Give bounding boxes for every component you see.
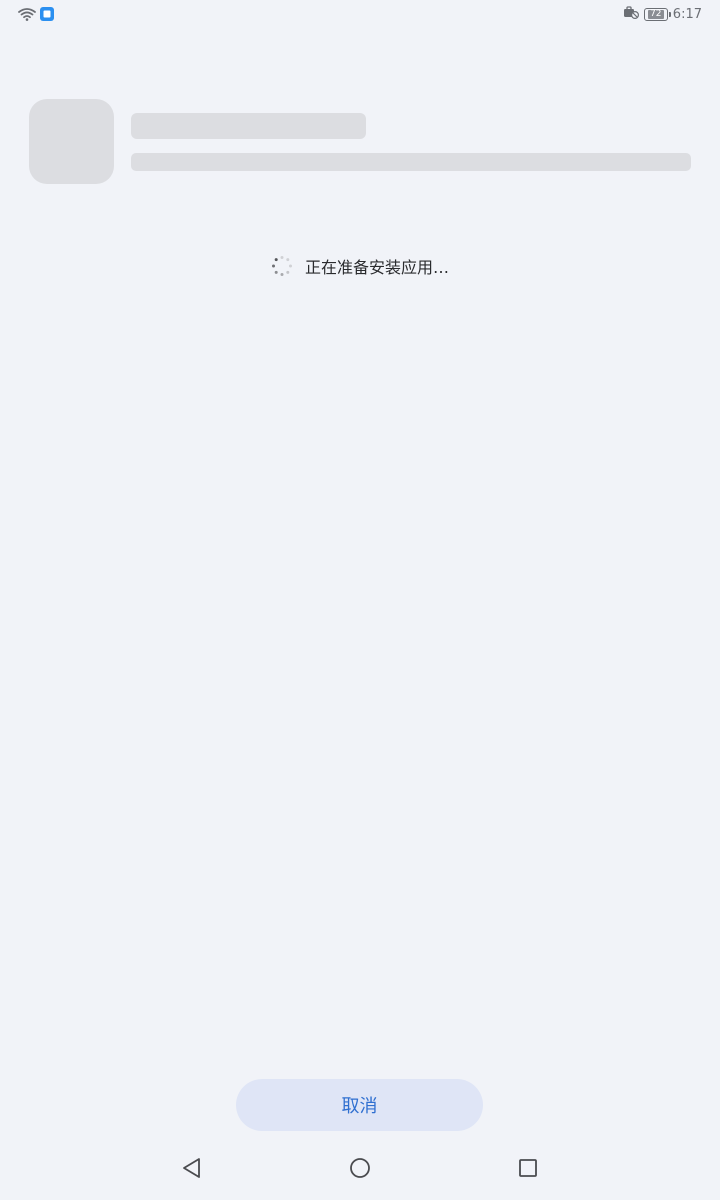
briefcase-alarm-icon bbox=[623, 5, 639, 23]
clock: 6:17 bbox=[672, 6, 702, 22]
loading-row: 正在准备安装应用… bbox=[0, 254, 720, 278]
status-left bbox=[18, 6, 54, 25]
loading-text: 正在准备安装应用… bbox=[304, 258, 449, 277]
loading-spinner-icon bbox=[271, 255, 293, 277]
app-icon-placeholder bbox=[29, 99, 114, 184]
wifi-icon bbox=[18, 6, 36, 25]
status-right: 72 6:17 bbox=[623, 5, 702, 23]
cancel-button[interactable]: 取消 bbox=[236, 1079, 483, 1131]
status-bar: 72 6:17 bbox=[0, 0, 720, 30]
app-name-placeholder bbox=[131, 113, 366, 139]
navigation-bar bbox=[0, 1140, 720, 1200]
home-icon[interactable] bbox=[340, 1148, 380, 1188]
battery-icon: 72 bbox=[643, 7, 671, 21]
app-info-placeholder bbox=[131, 153, 691, 171]
back-icon[interactable] bbox=[172, 1148, 212, 1188]
battery-level: 72 bbox=[648, 8, 664, 19]
recents-icon[interactable] bbox=[508, 1148, 548, 1188]
install-screen: 72 6:17 正在准备安装应用… 取消 bbox=[0, 0, 720, 1200]
notification-app-icon bbox=[40, 6, 54, 25]
